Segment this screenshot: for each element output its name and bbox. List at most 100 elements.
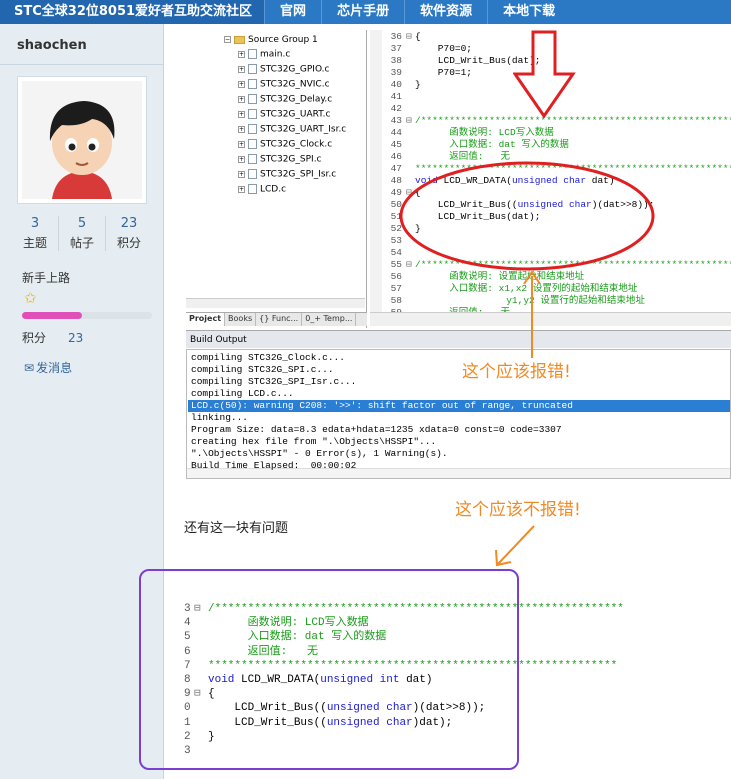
line-number: 42 <box>390 103 402 114</box>
expand-icon[interactable]: + <box>238 65 245 73</box>
tab-books[interactable]: Books <box>225 313 257 326</box>
editor-scrollbar[interactable] <box>370 312 731 326</box>
stat-posts[interactable]: 5 帖子 <box>59 216 106 251</box>
stat-topics-count: 3 <box>30 216 40 231</box>
tree-group-label: Source Group 1 <box>248 35 318 45</box>
sidebar-divider <box>0 64 164 65</box>
tree-file-label: STC32G_UART_Isr.c <box>260 124 347 135</box>
line-number: 36 <box>390 31 402 42</box>
build-output-line[interactable]: Build Time Elapsed: 00:00:02 <box>191 460 356 472</box>
code-line[interactable]: 42 <box>382 103 415 115</box>
expand-icon[interactable]: + <box>238 140 245 148</box>
build-output-line[interactable]: compiling STC32G_SPI.c... <box>191 364 334 376</box>
nav-local-download[interactable]: 本地下载 <box>487 0 570 24</box>
fold-marker: ⊟ <box>406 115 412 126</box>
error-line-ellipse <box>399 161 655 271</box>
send-message-link[interactable]: ✉ 发消息 <box>24 359 72 376</box>
build-output-line[interactable]: compiling STC32G_Clock.c... <box>191 352 345 364</box>
tree-group-source[interactable]: − Source Group 1 <box>224 35 318 45</box>
project-tree-scrollbar[interactable] <box>186 298 365 308</box>
build-output-line[interactable]: compiling LCD.c... <box>191 388 294 400</box>
nav-official-site[interactable]: 官网 <box>264 0 321 24</box>
tree-file-label: LCD.c <box>260 184 287 195</box>
build-output-line[interactable]: creating hex file from ".\Objects\HSSPI"… <box>191 436 436 448</box>
tree-file-item[interactable]: + STC32G_SPI.c <box>238 154 322 165</box>
annotation-should-error: 这个应该报错! <box>462 362 571 382</box>
c-file-icon <box>248 64 257 74</box>
tree-file-item[interactable]: + STC32G_Clock.c <box>238 139 332 150</box>
expand-icon[interactable]: + <box>238 110 245 118</box>
build-output-line[interactable]: linking... <box>191 412 248 424</box>
expand-icon[interactable]: + <box>238 155 245 163</box>
c-file-icon <box>248 139 257 149</box>
site-title-link[interactable]: STC全球32位8051爱好者互助交流社区 <box>0 0 265 24</box>
stat-points[interactable]: 23 积分 <box>106 216 152 251</box>
points-label: 积分 <box>22 331 47 345</box>
envelope-icon: ✉ <box>24 361 35 375</box>
code-line[interactable]: 40} <box>382 79 421 91</box>
line-number: 40 <box>390 79 402 90</box>
tree-file-label: STC32G_GPIO.c <box>260 64 330 75</box>
c-file-icon <box>248 94 257 104</box>
stat-topics-label: 主题 <box>22 236 47 250</box>
tree-file-item[interactable]: + STC32G_UART.c <box>238 109 330 120</box>
line-number: 44 <box>390 127 402 138</box>
tree-file-label: STC32G_NVIC.c <box>260 79 330 90</box>
line-number: 37 <box>390 43 402 54</box>
expand-icon[interactable]: + <box>238 125 245 133</box>
expand-icon[interactable]: + <box>238 50 245 58</box>
star-icon: ✩ <box>24 289 37 307</box>
project-tree-panel: − Source Group 1 + main.c + STC32G_GPIO.c + STC… <box>186 30 367 328</box>
build-warning-line[interactable]: LCD.c(50): warning C208: '>>': shift fac… <box>188 400 730 412</box>
stat-topics[interactable]: 3 主题 <box>12 216 59 251</box>
user-stats: 3 主题 5 帖子 23 积分 <box>12 216 152 251</box>
points-progress-fill <box>22 312 82 319</box>
tree-file-label: STC32G_SPI_Isr.c <box>260 169 337 180</box>
c-file-icon <box>248 154 257 164</box>
tree-file-item[interactable]: + STC32G_SPI_Isr.c <box>238 169 336 180</box>
folder-icon <box>234 35 245 44</box>
tree-file-item[interactable]: + LCD.c <box>238 184 286 195</box>
code-line[interactable]: 36 ⊟{ <box>382 31 421 43</box>
tree-file-item[interactable]: + STC32G_UART_Isr.c <box>238 124 346 135</box>
tree-file-label: main.c <box>260 49 291 60</box>
avatar[interactable] <box>17 76 147 204</box>
send-message-label: 发消息 <box>36 361 73 375</box>
collapse-icon[interactable]: − <box>224 36 231 43</box>
tab-functions[interactable]: {} Func... <box>256 313 303 326</box>
nav-chip-manual[interactable]: 芯片手册 <box>321 0 404 24</box>
tree-file-item[interactable]: + STC32G_GPIO.c <box>238 64 329 75</box>
tree-file-item[interactable]: + main.c <box>238 49 290 60</box>
c-file-icon <box>248 169 257 179</box>
code-line[interactable]: 58 y1,y2 设置行的起始和结束地址 <box>382 295 645 307</box>
build-output-title: Build Output <box>186 330 731 348</box>
build-output-line[interactable]: Program Size: data=8.3 edata+hdata=1235 … <box>191 424 562 436</box>
annotation-should-not-error: 这个应该不报错! <box>455 500 581 520</box>
user-rank: 新手上路 <box>22 271 71 285</box>
stat-posts-count: 5 <box>77 216 87 231</box>
c-file-icon <box>248 124 257 134</box>
tree-file-item[interactable]: + STC32G_Delay.c <box>238 94 332 105</box>
tree-file-label: STC32G_SPI.c <box>260 154 322 165</box>
code-line[interactable]: 37 P70=0; <box>382 43 472 55</box>
line-number: 58 <box>390 295 402 306</box>
build-output-line[interactable]: compiling STC32G_SPI_Isr.c... <box>191 376 356 388</box>
c-file-icon <box>248 109 257 119</box>
code-line[interactable]: 45 入口数据: dat 写入的数据 <box>382 139 569 151</box>
username-link[interactable]: shaochen <box>17 38 87 53</box>
tab-project[interactable]: Project <box>186 313 226 326</box>
expand-icon[interactable]: + <box>238 95 245 103</box>
tab-templates[interactable]: 0_+ Temp... <box>302 313 357 326</box>
code-line[interactable]: 44 函数说明: LCD写入数据 <box>382 127 554 139</box>
nav-software-resources[interactable]: 软件资源 <box>404 0 487 24</box>
tree-file-item[interactable]: + STC32G_NVIC.c <box>238 79 330 90</box>
line-number: 45 <box>390 139 402 150</box>
build-output-line[interactable]: ".\Objects\HSSPI" - 0 Error(s), 1 Warnin… <box>191 448 448 460</box>
expand-icon[interactable]: + <box>238 80 245 88</box>
code-line[interactable]: 41 <box>382 91 415 103</box>
code-line[interactable]: 57 入口数据: x1,x2 设置列的起始和结束地址 <box>382 283 638 295</box>
line-number: 39 <box>390 67 402 78</box>
expand-icon[interactable]: + <box>238 170 245 178</box>
code-line[interactable]: 39 P70=1; <box>382 67 472 79</box>
expand-icon[interactable]: + <box>238 185 245 193</box>
